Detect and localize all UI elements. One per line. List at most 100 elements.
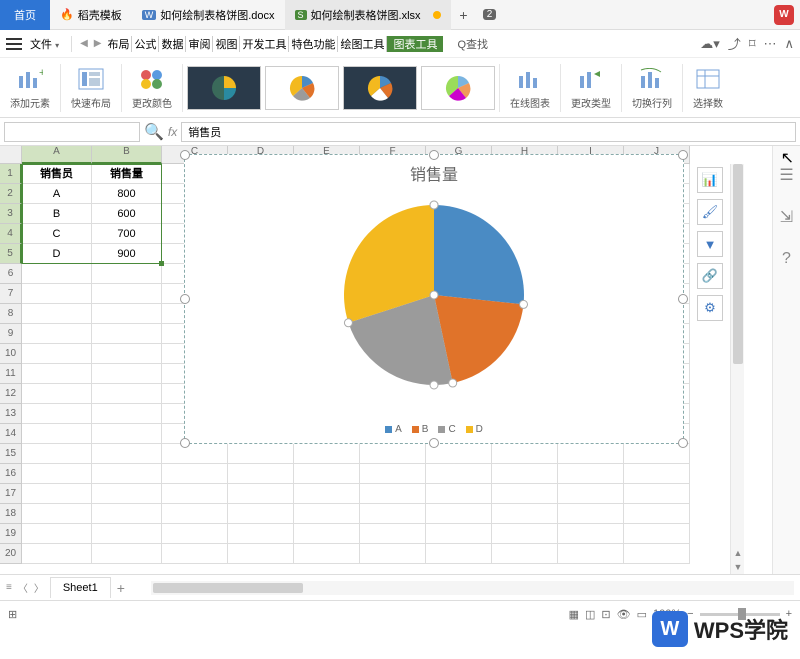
- cell[interactable]: [294, 464, 360, 484]
- resize-handle[interactable]: [678, 438, 688, 448]
- cell[interactable]: [92, 284, 162, 304]
- row-header[interactable]: 18: [0, 504, 22, 524]
- row-header[interactable]: 20: [0, 544, 22, 564]
- cell[interactable]: [228, 484, 294, 504]
- cell[interactable]: 销售量: [92, 164, 162, 184]
- row-header[interactable]: 2: [0, 184, 22, 204]
- cell[interactable]: [360, 524, 426, 544]
- cell[interactable]: [92, 504, 162, 524]
- quick-layout-button[interactable]: 快速布局: [65, 65, 117, 110]
- select-all-corner[interactable]: [0, 146, 22, 164]
- cell[interactable]: [624, 504, 690, 524]
- cell[interactable]: [22, 324, 92, 344]
- cell[interactable]: [558, 544, 624, 564]
- search-icon[interactable]: 🔍: [144, 122, 164, 142]
- menu-tab-special[interactable]: 特色功能: [289, 36, 338, 52]
- resize-handle[interactable]: [678, 150, 688, 160]
- cell[interactable]: [92, 424, 162, 444]
- cell[interactable]: [492, 464, 558, 484]
- pie-handle[interactable]: [430, 201, 438, 209]
- cell[interactable]: [624, 464, 690, 484]
- chart-style-4[interactable]: [421, 66, 495, 110]
- cloud-icon[interactable]: ☁▾: [700, 36, 720, 52]
- cell[interactable]: [360, 484, 426, 504]
- tab-count-button[interactable]: 2: [477, 2, 503, 28]
- cell[interactable]: B: [22, 204, 92, 224]
- wps-logo-icon[interactable]: W: [774, 5, 794, 25]
- col-header[interactable]: A: [22, 146, 92, 164]
- cell[interactable]: [426, 504, 492, 524]
- cell[interactable]: [92, 384, 162, 404]
- cell[interactable]: [162, 504, 228, 524]
- cell[interactable]: [228, 444, 294, 464]
- pie-slice-handle[interactable]: [344, 319, 352, 327]
- scroll-down-button[interactable]: ▼: [731, 560, 745, 574]
- cell[interactable]: [492, 444, 558, 464]
- change-color-button[interactable]: 更改颜色: [126, 65, 178, 110]
- cell[interactable]: [22, 304, 92, 324]
- cell[interactable]: [92, 304, 162, 324]
- cell[interactable]: [492, 504, 558, 524]
- cell[interactable]: [624, 544, 690, 564]
- nav-prev-button[interactable]: ◀: [78, 38, 90, 49]
- legend-item[interactable]: D: [466, 424, 483, 435]
- cell[interactable]: [162, 444, 228, 464]
- cell[interactable]: [162, 524, 228, 544]
- select-data-button[interactable]: 选择数: [687, 65, 729, 110]
- cell[interactable]: [228, 524, 294, 544]
- row-header[interactable]: 11: [0, 364, 22, 384]
- change-type-button[interactable]: 更改类型: [565, 65, 617, 110]
- chart-legend[interactable]: ABCD: [185, 424, 683, 435]
- status-menu-icon[interactable]: ⊞: [8, 608, 17, 621]
- chart-style-button[interactable]: 🖌: [697, 199, 723, 225]
- cell[interactable]: [492, 524, 558, 544]
- cell[interactable]: [92, 464, 162, 484]
- add-sheet-button[interactable]: +: [117, 580, 125, 596]
- menu-tab-chart-tool[interactable]: 图表工具: [387, 36, 443, 52]
- share-icon[interactable]: ⤴: [728, 34, 741, 53]
- cell[interactable]: [558, 504, 624, 524]
- menu-tab-review[interactable]: 审阅: [186, 36, 213, 52]
- switch-rowcol-button[interactable]: 切换行列: [626, 65, 678, 110]
- cell[interactable]: [22, 364, 92, 384]
- cell[interactable]: [92, 344, 162, 364]
- cell[interactable]: [22, 424, 92, 444]
- cell[interactable]: [360, 504, 426, 524]
- file-menu[interactable]: 文件 ▾: [24, 36, 65, 52]
- col-header[interactable]: B: [92, 146, 162, 164]
- cell[interactable]: [426, 544, 492, 564]
- chart-style-3[interactable]: [343, 66, 417, 110]
- cell[interactable]: [92, 404, 162, 424]
- pie-handle[interactable]: [430, 291, 438, 299]
- resize-handle[interactable]: [678, 294, 688, 304]
- cell[interactable]: [360, 544, 426, 564]
- cell[interactable]: C: [22, 224, 92, 244]
- sheet-next-button[interactable]: 〉: [34, 580, 44, 595]
- cell[interactable]: [22, 264, 92, 284]
- cell[interactable]: [228, 504, 294, 524]
- legend-item[interactable]: A: [385, 424, 402, 435]
- scan-icon[interactable]: ⌑: [749, 36, 756, 52]
- horizontal-scrollbar[interactable]: [151, 581, 794, 595]
- view-normal-icon[interactable]: ▦: [569, 608, 579, 621]
- chart-style-2[interactable]: [265, 66, 339, 110]
- cell[interactable]: 700: [92, 224, 162, 244]
- cell[interactable]: [492, 484, 558, 504]
- cell[interactable]: [22, 544, 92, 564]
- pie-slice[interactable]: [434, 205, 524, 304]
- doc-tab-excel[interactable]: S 如何绘制表格饼图.xlsx: [285, 0, 451, 30]
- cell[interactable]: [92, 544, 162, 564]
- cell[interactable]: D: [22, 244, 92, 264]
- cell[interactable]: [22, 284, 92, 304]
- row-header[interactable]: 4: [0, 224, 22, 244]
- cell[interactable]: [558, 484, 624, 504]
- online-chart-button[interactable]: 在线图表: [504, 65, 556, 110]
- cell[interactable]: [162, 464, 228, 484]
- cell[interactable]: [558, 464, 624, 484]
- cell[interactable]: [558, 524, 624, 544]
- scroll-up-button[interactable]: ▲: [731, 546, 745, 560]
- resize-handle[interactable]: [429, 150, 439, 160]
- menu-tab-view[interactable]: 视图: [213, 36, 240, 52]
- chart-link-button[interactable]: 🔗: [697, 263, 723, 289]
- row-header[interactable]: 16: [0, 464, 22, 484]
